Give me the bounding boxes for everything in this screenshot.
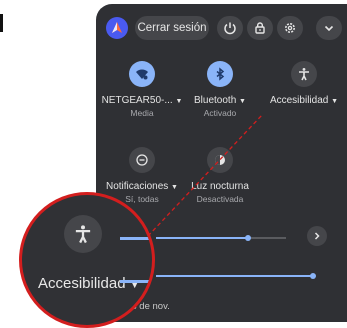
top-bar: Cerrar sesión	[96, 4, 347, 48]
settings-button[interactable]	[277, 16, 303, 40]
volume-slider-track[interactable]	[156, 237, 248, 239]
magnified-accessibility-label: Accesibilidad ▼	[38, 275, 140, 292]
tile-notifications-label: Notificaciones ▼	[106, 181, 178, 192]
tile-night-light[interactable]: Luz nocturna Desactivada	[180, 147, 260, 204]
avatar[interactable]	[106, 17, 128, 39]
tile-accessibility-label: Accesibilidad ▼	[269, 95, 339, 106]
bluetooth-icon	[216, 67, 225, 81]
chevron-right-icon	[314, 232, 320, 240]
sign-out-button[interactable]: Cerrar sesión	[135, 16, 209, 40]
tile-bluetooth-status: Activado	[203, 108, 237, 118]
tile-night-light-status: Desactivada	[196, 194, 244, 204]
wifi-icon	[136, 69, 148, 80]
tile-notifications[interactable]: Notificaciones ▼ Sí, todas	[100, 147, 184, 204]
magnifier-callout: Accesibilidad ▼	[19, 192, 155, 328]
magnified-accessibility-button[interactable]	[64, 215, 102, 253]
lock-icon	[255, 22, 265, 34]
collapse-button[interactable]	[316, 16, 342, 40]
magnified-brightness-track	[120, 280, 152, 283]
brightness-slider-track[interactable]	[156, 275, 313, 277]
tile-network[interactable]: NETGEAR50-... ▼ Media	[100, 61, 184, 118]
tile-network-toggle[interactable]	[129, 61, 155, 87]
tile-night-light-label: Luz nocturna	[191, 181, 249, 192]
night-light-icon	[215, 155, 225, 165]
avatar-logo-icon	[112, 22, 122, 33]
tile-network-status: Media	[130, 108, 154, 118]
tile-night-light-toggle[interactable]	[207, 147, 233, 173]
tile-bluetooth-label: Bluetooth ▼	[194, 95, 246, 106]
volume-slider-rest	[248, 237, 286, 239]
tile-network-label: NETGEAR50-... ▼	[101, 95, 183, 106]
brightness-slider-thumb[interactable]	[310, 273, 316, 279]
tile-bluetooth-toggle[interactable]	[207, 61, 233, 87]
chevron-down-icon	[324, 25, 334, 32]
accessibility-icon	[75, 225, 91, 244]
lock-button[interactable]	[247, 16, 273, 40]
tile-bluetooth[interactable]: Bluetooth ▼ Activado	[180, 61, 260, 118]
notifications-icon	[136, 154, 148, 166]
gear-icon	[285, 23, 295, 33]
text-cursor	[0, 14, 3, 32]
power-icon	[224, 22, 236, 35]
tile-accessibility-toggle[interactable]	[291, 61, 317, 87]
power-button[interactable]	[217, 16, 243, 40]
magnified-volume-track	[120, 237, 152, 240]
tile-accessibility[interactable]: Accesibilidad ▼	[264, 61, 344, 106]
accessibility-icon	[299, 68, 309, 81]
tile-notifications-toggle[interactable]	[129, 147, 155, 173]
audio-settings-button[interactable]	[307, 226, 327, 246]
volume-slider-thumb[interactable]	[245, 235, 251, 241]
